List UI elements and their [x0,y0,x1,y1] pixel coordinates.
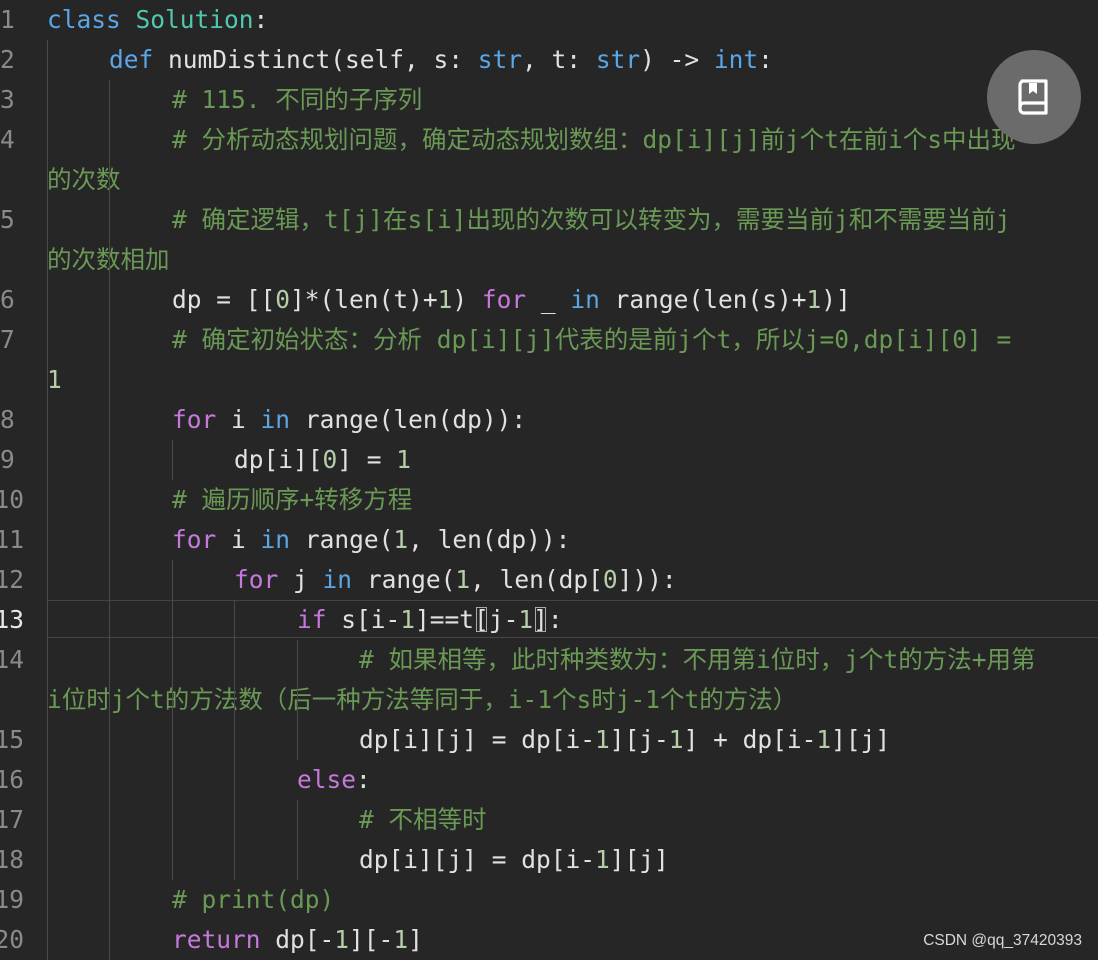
code-text-wrap: i位时j个t的方法数（后一种方法等同于，i-1个s时j-1个t的方法） [47,685,798,714]
code-text: # 不相等时 [359,805,487,834]
indent-guide [297,640,298,760]
line-number: 19 [0,885,24,914]
line-number: 2 [0,45,15,74]
code-text: def numDistinct(self, s: str, t: str) ->… [109,45,773,74]
indent-guide [234,600,235,880]
indent-guide [47,40,48,960]
code-text: return dp[-1][-1] [172,925,423,954]
code-line-wrap: 1 [0,360,1098,400]
line-number: 1 [0,5,15,34]
code-line[interactable]: 10 # 遍历顺序+转移方程 [0,480,1098,520]
code-text: # 确定初始状态：分析 dp[i][j]代表的是前j个t，所以j=0,dp[i]… [172,325,1012,354]
line-number: 12 [0,565,24,594]
code-line[interactable]: 1 class Solution: [0,0,1098,40]
code-line-wrap: 的次数 [0,160,1098,200]
code-text: # print(dp) [172,885,335,914]
indent-guide [172,440,173,480]
code-text: for i in range(1, len(dp)): [172,525,571,554]
watermark: CSDN @qq_37420393 [923,932,1082,949]
line-number: 10 [0,485,24,514]
line-number: 3 [0,85,15,114]
code-line[interactable]: 11 for i in range(1, len(dp)): [0,520,1098,560]
bookmark-button[interactable] [987,50,1081,144]
line-number: 15 [0,725,24,754]
code-line-wrap: 的次数相加 [0,240,1098,280]
code-line[interactable]: 2 def numDistinct(self, s: str, t: str) -… [0,40,1098,80]
indent-guide [297,800,298,880]
code-text: dp = [[0]*(len(t)+1) for _ in range(len(… [172,285,851,314]
line-number: 11 [0,525,24,554]
line-number: 7 [0,325,15,354]
code-line[interactable]: 16 else: [0,760,1098,800]
code-text: if s[i-1]==t[j-1]: [297,605,563,634]
line-number: 20 [0,925,24,954]
code-line[interactable]: 15 dp[i][j] = dp[i-1][j-1] + dp[i-1][j] [0,720,1098,760]
line-number: 5 [0,205,15,234]
line-number: 8 [0,405,15,434]
code-text: for j in range(1, len(dp[0])): [234,565,677,594]
line-number: 4 [0,125,15,154]
code-line[interactable]: 4 # 分析动态规划问题，确定动态规划数组：dp[i][j]前j个t在前i个s中出… [0,120,1098,160]
code-text: # 如果相等，此时种类数为：不用第i位时，j个t的方法+用第 [359,645,1036,674]
bookmark-book-icon [1018,79,1048,115]
code-line[interactable]: 19 # print(dp) [0,880,1098,920]
code-text-wrap: 1 [47,365,62,394]
code-text: dp[i][0] = 1 [234,445,412,474]
line-number: 13 [0,605,24,634]
code-line[interactable]: 6 dp = [[0]*(len(t)+1) for _ in range(len… [0,280,1098,320]
code-line[interactable]: 13 if s[i-1]==t[j-1]: [0,600,1098,640]
code-text: dp[i][j] = dp[i-1][j-1] + dp[i-1][j] [359,725,891,754]
code-text: else: [297,765,371,794]
code-text: for i in range(len(dp)): [172,405,527,434]
code-text: # 115. 不同的子序列 [172,85,423,114]
line-number: 18 [0,845,24,874]
line-number: 16 [0,765,24,794]
code-text: # 确定逻辑，t[j]在s[i]出现的次数可以转变为，需要当前j和不需要当前j [172,205,1011,234]
line-number: 6 [0,285,15,314]
indent-guide [172,560,173,880]
code-line[interactable]: 18 dp[i][j] = dp[i-1][j] [0,840,1098,880]
code-line-wrap: i位时j个t的方法数（后一种方法等同于，i-1个s时j-1个t的方法） [0,680,1098,720]
code-text: class Solution: [47,5,269,34]
code-line[interactable]: 8 for i in range(len(dp)): [0,400,1098,440]
code-line[interactable]: 7 # 确定初始状态：分析 dp[i][j]代表的是前j个t，所以j=0,dp[i… [0,320,1098,360]
code-line[interactable]: 5 # 确定逻辑，t[j]在s[i]出现的次数可以转变为，需要当前j和不需要当前j [0,200,1098,240]
line-number: 14 [0,645,24,674]
code-line[interactable]: 17 # 不相等时 [0,800,1098,840]
code-line[interactable]: 9 dp[i][0] = 1 [0,440,1098,480]
indent-guide [109,80,110,960]
code-line[interactable]: 3 # 115. 不同的子序列 [0,80,1098,120]
code-line[interactable]: 12 for j in range(1, len(dp[0])): [0,560,1098,600]
line-number: 9 [0,445,15,474]
code-editor[interactable]: 1 class Solution: 2 def numDistinct(self, s… [0,0,1098,960]
line-number: 17 [0,805,24,834]
code-text: dp[i][j] = dp[i-1][j] [359,845,669,874]
code-text: # 分析动态规划问题，确定动态规划数组：dp[i][j]前j个t在前i个s中出现 [172,125,1016,154]
code-line[interactable]: 14 # 如果相等，此时种类数为：不用第i位时，j个t的方法+用第 [0,640,1098,680]
code-text: # 遍历顺序+转移方程 [172,485,413,514]
